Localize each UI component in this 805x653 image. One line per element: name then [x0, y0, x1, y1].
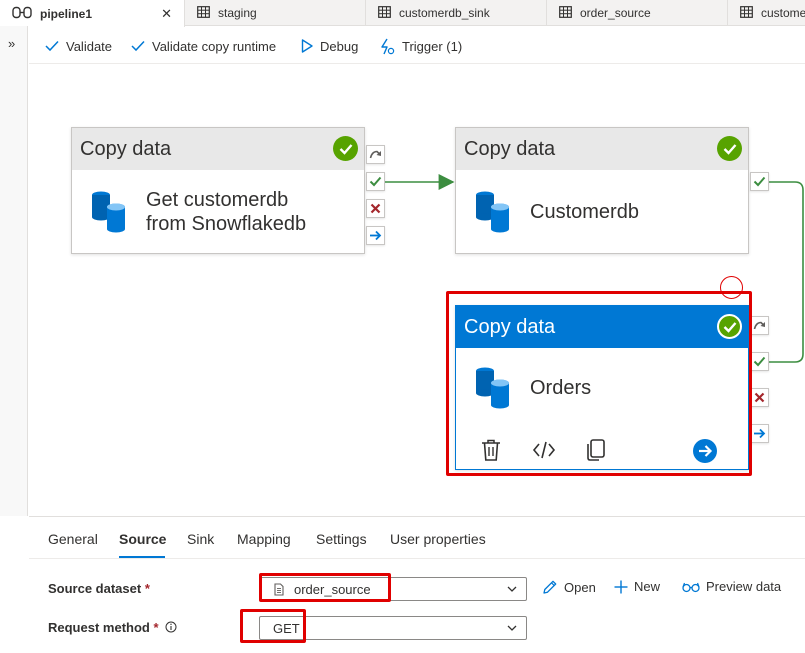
- tab-source[interactable]: Source: [119, 531, 166, 547]
- activity-type: Copy data: [80, 137, 172, 160]
- tab-label: customerdb_sink: [399, 6, 490, 20]
- trigger-icon: [381, 38, 395, 54]
- source-dataset-label: Source dataset *: [48, 581, 150, 596]
- glasses-icon: [682, 582, 700, 592]
- tab-label: pipeline1: [40, 6, 93, 21]
- required-marker: *: [153, 620, 159, 635]
- expand-icon[interactable]: »: [8, 36, 15, 51]
- tab-user-properties[interactable]: User properties: [390, 531, 486, 547]
- validate-copy-runtime-button[interactable]: Validate copy runtime: [131, 36, 276, 56]
- debug-label: Debug: [320, 38, 359, 54]
- table-icon: [197, 5, 210, 21]
- document-tab-bar: pipeline1 ✕ staging customerdb_sink orde…: [0, 0, 805, 27]
- validate-copy-runtime-label: Validate copy runtime: [152, 38, 277, 54]
- success-port-icon[interactable]: [750, 352, 769, 371]
- open-label: Open: [564, 579, 596, 595]
- completion-port-icon[interactable]: [750, 424, 769, 443]
- success-port-icon[interactable]: [366, 172, 385, 191]
- required-marker: *: [144, 581, 150, 596]
- new-label: New: [634, 579, 661, 594]
- checkmark-icon: [131, 40, 145, 52]
- activity-name-line: Get customerdb: [146, 189, 289, 211]
- tab-pipeline1[interactable]: pipeline1 ✕: [0, 0, 185, 27]
- tab-sink[interactable]: Sink: [187, 531, 214, 547]
- trigger-label: Trigger (1): [402, 38, 463, 54]
- activity-name: Customerdb: [530, 201, 639, 223]
- activity-header: Copy data: [456, 128, 748, 170]
- label-text: Request method: [48, 620, 150, 635]
- completion-port-icon[interactable]: [366, 226, 385, 245]
- activity-body: Customerdb: [456, 170, 748, 254]
- edit-pencil-icon: [543, 580, 557, 594]
- chevron-down-icon: [507, 625, 517, 631]
- copy-activity-customerdb[interactable]: Copy data Customerdb: [455, 127, 749, 254]
- skipped-port-icon[interactable]: [750, 316, 769, 335]
- activity-header: Copy data: [72, 128, 364, 170]
- plus-icon: [614, 580, 628, 593]
- new-dataset-button[interactable]: New: [614, 579, 660, 594]
- properties-panel: General Source Sink Mapping Settings Use…: [29, 516, 805, 653]
- success-connector: [768, 181, 804, 363]
- highlight-frame: [259, 573, 391, 602]
- validate-button[interactable]: Validate: [45, 36, 112, 56]
- tab-customerdb-sink[interactable]: customerdb_sink: [366, 0, 547, 26]
- label-text: Source dataset: [48, 581, 142, 596]
- tab-order-source[interactable]: order_source: [547, 0, 728, 26]
- pipeline-toolbar: Validate Validate copy runtime Debug Tri…: [29, 26, 805, 64]
- table-icon: [378, 5, 391, 21]
- chevron-down-icon: [507, 586, 517, 592]
- left-rail: »: [0, 26, 28, 516]
- activity-name: Get customerdb from Snowflakedb: [146, 188, 306, 236]
- tab-settings[interactable]: Settings: [316, 531, 367, 547]
- panel-divider: [29, 558, 805, 559]
- success-port-icon[interactable]: [750, 172, 769, 191]
- preview-data-button[interactable]: Preview data: [682, 579, 781, 594]
- tab-customer[interactable]: custome: [728, 0, 805, 26]
- checkmark-icon: [45, 40, 59, 52]
- success-check-icon: [333, 136, 358, 161]
- highlight-frame: [240, 609, 306, 643]
- highlight-frame: [446, 291, 752, 476]
- debug-button[interactable]: Debug: [301, 36, 358, 56]
- activity-body: Get customerdb from Snowflakedb: [72, 170, 364, 254]
- tab-label: order_source: [580, 6, 651, 20]
- copy-data-icon: [476, 191, 509, 233]
- activity-type: Copy data: [464, 137, 556, 160]
- request-method-label: Request method *: [48, 620, 177, 635]
- open-dataset-button[interactable]: Open: [542, 579, 596, 595]
- tab-staging[interactable]: staging: [185, 0, 366, 26]
- tab-label: custome: [761, 6, 805, 20]
- tab-mapping[interactable]: Mapping: [237, 531, 291, 547]
- table-icon: [740, 5, 753, 21]
- tab-label: staging: [218, 6, 257, 20]
- skipped-port-icon[interactable]: [366, 145, 385, 164]
- pipeline-canvas[interactable]: Copy data Get customerdb from Snowflaked…: [29, 65, 805, 515]
- trigger-button[interactable]: Trigger (1): [379, 36, 462, 56]
- copy-data-icon: [92, 191, 125, 233]
- info-icon[interactable]: [165, 621, 177, 633]
- failure-port-icon[interactable]: [366, 199, 385, 218]
- tab-general[interactable]: General: [48, 531, 98, 547]
- play-icon: [301, 39, 313, 53]
- failure-port-icon[interactable]: [750, 388, 769, 407]
- validate-label: Validate: [66, 38, 113, 54]
- table-icon: [559, 5, 572, 21]
- activity-name-line: from Snowflakedb: [146, 213, 307, 235]
- pipeline-icon: [12, 6, 32, 22]
- success-check-icon: [717, 136, 742, 161]
- preview-data-label: Preview data: [706, 579, 782, 594]
- copy-activity-get-customerdb[interactable]: Copy data Get customerdb from Snowflaked…: [71, 127, 365, 254]
- close-icon[interactable]: ✕: [161, 6, 172, 22]
